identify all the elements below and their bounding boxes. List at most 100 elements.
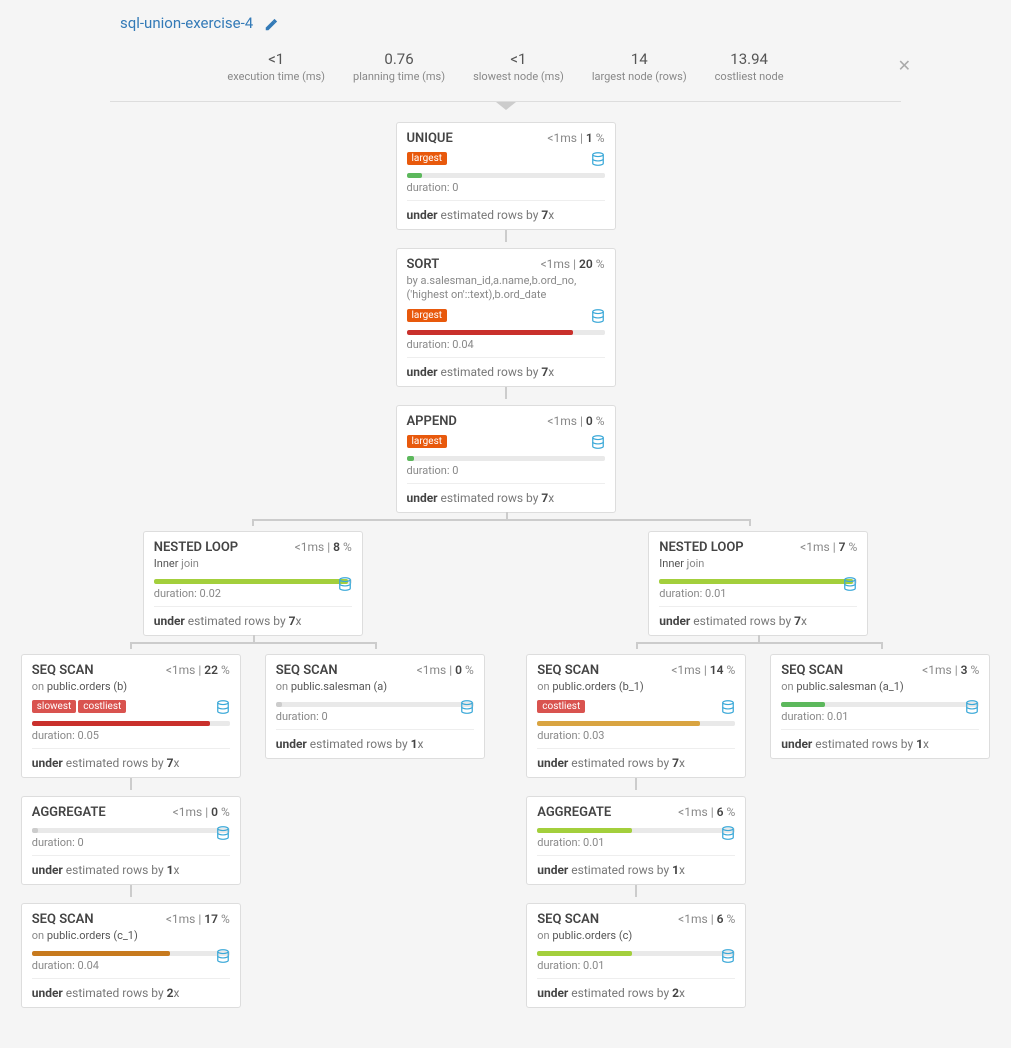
- node-title: SEQ SCAN: [32, 663, 94, 678]
- estimate-text: under estimated rows by 7x: [407, 483, 605, 512]
- cost-bar: [407, 330, 605, 335]
- badge-row: slowestcostliest: [32, 698, 230, 713]
- badge-row: largest: [407, 433, 605, 448]
- estimate-text: under estimated rows by 1x: [781, 729, 979, 758]
- database-icon[interactable]: [216, 826, 230, 840]
- node-sort[interactable]: SORT <1ms | 20 % by a.salesman_id,a.name,b…: [396, 248, 616, 387]
- duration-text: duration: 0: [407, 464, 605, 477]
- node-nested-loop-left[interactable]: NESTED LOOP<1ms | 8 %Inner joinduration:…: [143, 531, 363, 636]
- badge-largest: largest: [407, 435, 448, 448]
- badge-costliest: costliest: [78, 700, 126, 713]
- database-icon[interactable]: [591, 435, 605, 449]
- node-nested-loop-right[interactable]: NESTED LOOP<1ms | 7 %Inner joinduration:…: [648, 531, 868, 636]
- node-title: SEQ SCAN: [781, 663, 843, 678]
- badge-largest: largest: [407, 309, 448, 322]
- database-icon[interactable]: [591, 152, 605, 166]
- cost-bar: [407, 173, 605, 178]
- node-aggregate-left[interactable]: AGGREGATE<1ms | 0 %duration: 0under esti…: [21, 796, 241, 885]
- node-title: SORT: [407, 257, 440, 272]
- database-icon[interactable]: [721, 949, 735, 963]
- estimate-text: under estimated rows by 7x: [407, 357, 605, 386]
- node-metrics: <1ms | 6 %: [678, 912, 735, 926]
- node-relation: on public.orders (b): [32, 680, 230, 694]
- edit-icon[interactable]: [264, 18, 278, 32]
- node-title: AGGREGATE: [537, 805, 611, 820]
- estimate-text: under estimated rows by 1x: [537, 855, 735, 884]
- estimate-text: under estimated rows by 7x: [154, 606, 352, 635]
- estimate-text: under estimated rows by 7x: [659, 606, 857, 635]
- pointer-down-icon: [496, 102, 516, 110]
- node-seq-scan-orders-b[interactable]: SEQ SCAN<1ms | 22 %on public.orders (b)s…: [21, 654, 241, 778]
- node-relation: on public.salesman (a): [276, 680, 474, 694]
- estimate-text: under estimated rows by 1x: [276, 729, 474, 758]
- node-metrics: <1ms | 0 %: [417, 663, 474, 677]
- node-title: SEQ SCAN: [276, 663, 338, 678]
- duration-text: duration: 0.04: [32, 959, 230, 972]
- node-seq-scan-salesman-a1[interactable]: SEQ SCAN <1ms | 3 % on public.salesman (a_…: [770, 654, 990, 759]
- cost-bar: [537, 828, 735, 833]
- duration-text: duration: 0.01: [659, 587, 857, 600]
- node-metrics: <1ms | 14 %: [671, 663, 735, 677]
- database-icon[interactable]: [216, 949, 230, 963]
- node-unique[interactable]: UNIQUE<1ms | 1 %largestduration: 0under …: [396, 122, 616, 230]
- badge-largest: largest: [407, 152, 448, 165]
- database-icon[interactable]: [460, 700, 474, 714]
- database-icon[interactable]: [338, 577, 352, 591]
- page-title: sql-union-exercise-4: [120, 14, 253, 32]
- node-subtitle: by a.salesman_id,a.name,b.ord_no,('highe…: [407, 274, 605, 303]
- estimate-text: under estimated rows by 7x: [537, 748, 735, 777]
- cost-bar: [154, 579, 352, 584]
- node-relation: on public.orders (b_1): [537, 680, 735, 694]
- node-aggregate-right[interactable]: AGGREGATE <1ms | 6 % duration: 0.01 under e…: [526, 796, 746, 885]
- node-title: APPEND: [407, 414, 457, 429]
- stat-planning-time: 0.76 planning time (ms): [353, 50, 445, 83]
- estimate-text: under estimated rows by 2x: [32, 978, 230, 1007]
- badge-row: costliest: [537, 698, 735, 713]
- database-icon[interactable]: [216, 700, 230, 714]
- node-title: SEQ SCAN: [537, 663, 599, 678]
- duration-text: duration: 0.01: [537, 959, 735, 972]
- database-icon[interactable]: [965, 700, 979, 714]
- cost-bar: [32, 721, 230, 726]
- duration-text: duration: 0.05: [32, 729, 230, 742]
- node-seq-scan-orders-c1[interactable]: SEQ SCAN<1ms | 17 %on public.orders (c_1…: [21, 903, 241, 1008]
- stat-costliest-node: 13.94 costliest node: [715, 50, 784, 83]
- node-metrics: <1ms | 6 %: [678, 805, 735, 819]
- close-icon[interactable]: ✕: [898, 56, 911, 75]
- node-title: NESTED LOOP: [659, 540, 743, 555]
- stat-execution-time: <1 execution time (ms): [227, 50, 325, 83]
- stat-largest-node: 14 largest node (rows): [592, 50, 687, 83]
- node-relation: on public.salesman (a_1): [781, 680, 979, 694]
- cost-bar: [659, 579, 857, 584]
- database-icon[interactable]: [721, 826, 735, 840]
- badge-slowest: slowest: [32, 700, 77, 713]
- duration-text: duration: 0.03: [537, 729, 735, 742]
- duration-text: duration: 0.01: [537, 836, 735, 849]
- stat-slowest-node: <1 slowest node (ms): [473, 50, 564, 83]
- node-seq-scan-salesman-a[interactable]: SEQ SCAN <1ms | 0 % on public.salesman (a)…: [265, 654, 485, 759]
- node-metrics: <1ms | 20 %: [541, 257, 605, 271]
- node-append[interactable]: APPEND <1ms | 0 % largest duration: 0 under …: [396, 405, 616, 513]
- database-icon[interactable]: [721, 700, 735, 714]
- node-seq-scan-orders-c[interactable]: SEQ SCAN<1ms | 6 %on public.orders (c)du…: [526, 903, 746, 1008]
- node-metrics: <1ms | 0 %: [547, 414, 604, 428]
- database-icon[interactable]: [591, 309, 605, 323]
- cost-bar: [407, 456, 605, 461]
- node-metrics: <1ms | 7 %: [800, 540, 857, 554]
- plan-tree: UNIQUE <1ms | 1 % largest duration: 0 under …: [0, 116, 1011, 1008]
- node-seq-scan-orders-b1[interactable]: SEQ SCAN <1ms | 14 % on public.orders (b_1…: [526, 654, 746, 778]
- cost-bar: [276, 702, 474, 707]
- node-metrics: <1ms | 17 %: [166, 912, 230, 926]
- estimate-text: under estimated rows by 7x: [32, 748, 230, 777]
- node-relation: on public.orders (c_1): [32, 929, 230, 943]
- database-icon[interactable]: [843, 577, 857, 591]
- node-metrics: <1ms | 1 %: [547, 131, 604, 145]
- node-relation: on public.orders (c): [537, 929, 735, 943]
- node-metrics: <1ms | 0 %: [173, 805, 230, 819]
- node-title: UNIQUE: [407, 131, 453, 146]
- node-metrics: <1ms | 8 %: [295, 540, 352, 554]
- node-metrics: <1ms | 3 %: [922, 663, 979, 677]
- stats-row: <1 execution time (ms) 0.76 planning tim…: [110, 40, 901, 102]
- cost-bar: [781, 702, 979, 707]
- cost-bar: [32, 951, 230, 956]
